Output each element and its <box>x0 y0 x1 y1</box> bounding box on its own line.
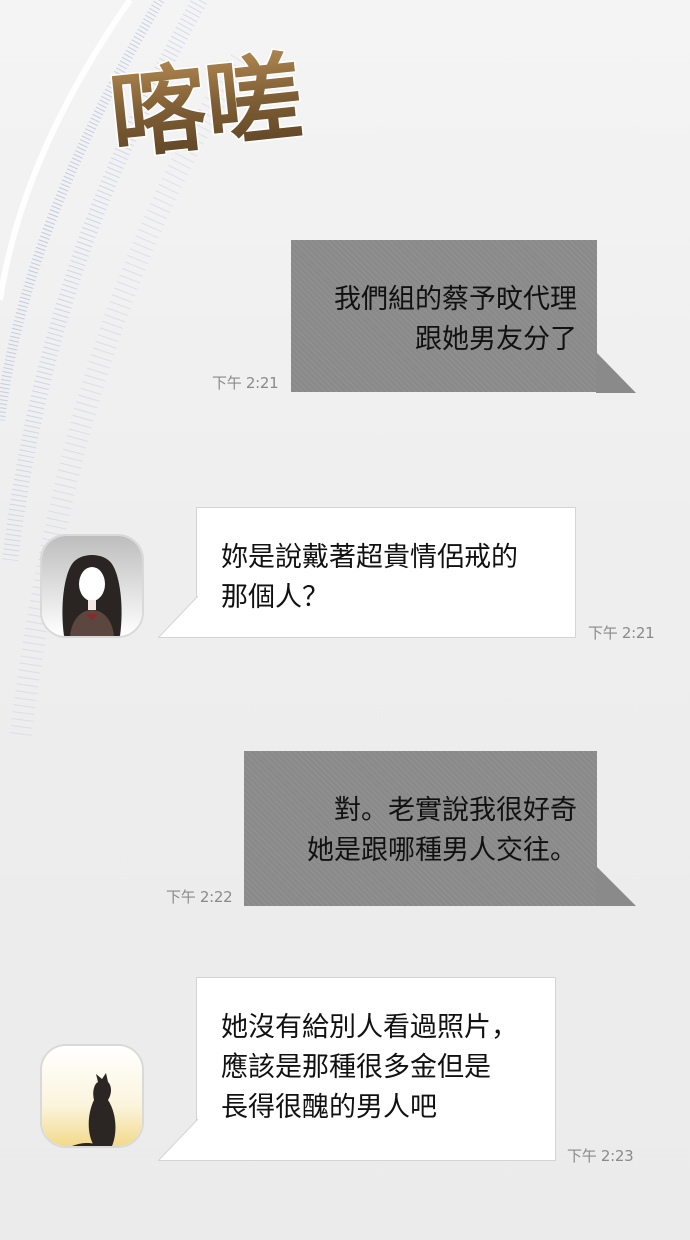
bubble-tail <box>158 1119 198 1161</box>
cat-avatar <box>40 1044 144 1148</box>
message-line: 她沒有給別人看過照片， <box>221 1012 518 1043</box>
message-bubble-outgoing: 我們組的蔡予旼代理 跟她男友分了 <box>291 240 597 392</box>
bubble-tail <box>596 866 636 906</box>
message-timestamp: 下午 2:21 <box>212 374 279 392</box>
sfx-text: 喀嗟 <box>103 39 309 170</box>
svg-text:喀嗟: 喀嗟 <box>104 40 307 170</box>
message-bubble-incoming: 妳是說戴著超貴情侶戒的 那個人？ <box>196 507 576 638</box>
message-line: 妳是說戴著超貴情侶戒的 <box>221 542 518 573</box>
bubble-tail <box>596 352 636 393</box>
message-line: 應該是那種很多金但是 <box>221 1052 491 1083</box>
message-bubble-incoming: 她沒有給別人看過照片， 應該是那種很多金但是 長得很醜的男人吧 <box>196 977 556 1161</box>
message-bubble-outgoing: 對。老實說我很好奇 她是跟哪種男人交往。 <box>244 751 597 906</box>
message-line: 那個人？ <box>221 582 329 613</box>
message-line: 對。老實說我很好奇 <box>334 795 577 826</box>
message-timestamp: 下午 2:21 <box>588 624 655 642</box>
message-line: 跟她男友分了 <box>415 324 577 355</box>
message-line: 她是跟哪種男人交往。 <box>307 835 577 866</box>
message-timestamp: 下午 2:23 <box>567 1147 634 1165</box>
bubble-tail <box>158 596 198 638</box>
message-timestamp: 下午 2:22 <box>166 888 233 906</box>
message-line: 我們組的蔡予旼代理 <box>334 284 577 315</box>
message-line: 長得很醜的男人吧 <box>221 1092 437 1123</box>
woman-avatar <box>40 534 144 638</box>
